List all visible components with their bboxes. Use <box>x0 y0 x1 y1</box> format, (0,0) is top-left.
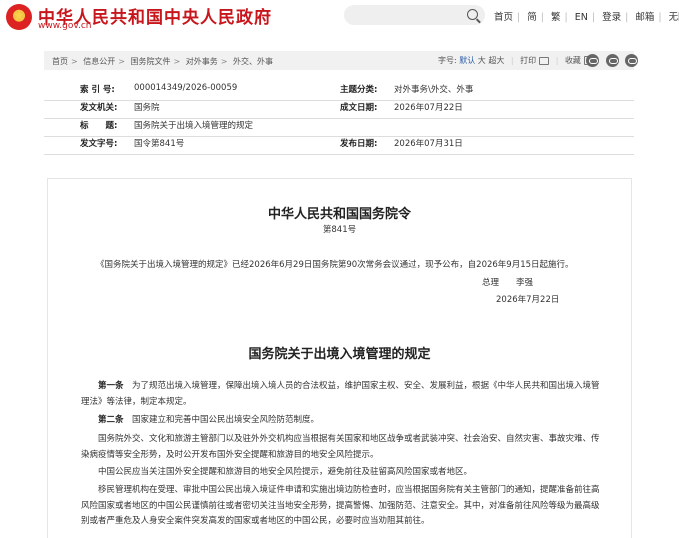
national-emblem-icon[interactable] <box>6 4 32 30</box>
published-date: 2026年07月31日 <box>394 139 463 149</box>
breadcrumb-item[interactable]: 国务院文件 <box>131 57 171 66</box>
search-icon[interactable] <box>467 9 478 20</box>
meta-label: 标 题: <box>80 121 118 131</box>
article-paragraph: 移民管理机构在受理、审批中国公民出境入境证件申请和实施出境边防检查时，应当根据国… <box>81 483 601 530</box>
article-paragraph: 第二条 国家建立和完善中国公民出境安全风险防范制度。 <box>81 413 601 429</box>
meta-label: 发布日期: <box>340 139 378 149</box>
printer-icon[interactable] <box>539 56 550 65</box>
meta-label: 发文机关: <box>80 103 118 113</box>
link-simplified[interactable]: 简 <box>527 12 537 23</box>
print-button[interactable]: 打印 <box>520 56 536 65</box>
article-text: 为了规范出境入境管理，保障出境入境人员的合法权益，维护国家主权、安全、发展利益，… <box>81 381 600 407</box>
order-intro: 《国务院关于出境入境管理的规定》已经2026年6月29日国务院第90次常务会议通… <box>96 260 574 270</box>
link-accessibility[interactable]: 无障碍 <box>669 12 679 23</box>
breadcrumb: 首页 > 信息公开 > 国务院文件 > 对外事务 > 外交、外事 <box>52 57 273 66</box>
font-size-large[interactable]: 大 <box>478 56 486 65</box>
article-text: 国务院外交、文化和旅游主管部门以及驻外外交机构应当根据有关国家和地区战争或者武装… <box>81 434 600 460</box>
title-value: 国务院关于出境入境管理的规定 <box>134 121 254 131</box>
article-text: 国家建立和完善中国公民出境安全风险防范制度。 <box>123 415 320 425</box>
link-login[interactable]: 登录 <box>602 12 621 23</box>
qzone-icon[interactable] <box>625 54 638 67</box>
article-heading: 第一条 <box>98 381 124 391</box>
issuer-value: 国务院 <box>134 103 160 113</box>
meta-label: 索 引 号: <box>80 85 115 95</box>
meta-row: 标 题: 国务院关于出境入境管理的规定 <box>44 119 634 137</box>
site-url: www.gov.cn <box>38 21 92 31</box>
link-home[interactable]: 首页 <box>494 12 513 23</box>
doc-number: 国令第841号 <box>134 139 185 149</box>
document-body: 中华人民共和国国务院令 第841号 《国务院关于出境入境管理的规定》已经2026… <box>47 178 632 538</box>
search-input[interactable] <box>344 5 485 25</box>
article-paragraph: 国务院外交、文化和旅游主管部门以及驻外外交机构应当根据有关国家和地区战争或者武装… <box>81 432 601 463</box>
breadcrumb-item[interactable]: 首页 <box>52 57 68 66</box>
link-traditional[interactable]: 繁 <box>551 12 561 23</box>
link-english[interactable]: EN <box>575 12 588 23</box>
article-heading: 第二条 <box>98 415 124 425</box>
article-paragraph: 第一条 为了规范出境入境管理，保障出境入境人员的合法权益，维护国家主权、安全、发… <box>81 379 601 410</box>
font-size-extra-large[interactable]: 超大 <box>488 56 504 65</box>
top-links: 首页| 简| 繁| EN| 登录| 邮箱| 无障碍 <box>494 9 679 23</box>
meta-label: 发文字号: <box>80 139 118 149</box>
index-number: 000014349/2026-00059 <box>134 83 238 93</box>
meta-label: 主题分类: <box>340 85 378 95</box>
order-number: 第841号 <box>322 225 357 235</box>
breadcrumb-bar: 首页 > 信息公开 > 国务院文件 > 对外事务 > 外交、外事 字号: 默认 大 超大… <box>44 51 638 70</box>
meta-label: 成文日期: <box>340 103 378 113</box>
font-size-default[interactable]: 默认 <box>459 56 475 65</box>
created-date: 2026年07月22日 <box>394 103 463 113</box>
link-mailbox[interactable]: 邮箱 <box>635 12 654 23</box>
document-meta-table: 索 引 号: 000014349/2026-00059 主题分类: 对外事务\外… <box>44 83 634 155</box>
breadcrumb-item[interactable]: 对外事务 <box>186 57 218 66</box>
weibo-icon[interactable] <box>606 54 619 67</box>
site-header: 中华人民共和国中央人民政府 www.gov.cn 首页 | 简 | 繁 | EN | 登… <box>0 0 679 34</box>
favorite-button[interactable]: 收藏 <box>565 56 581 65</box>
article-text: 中国公民应当关注国外安全提醒和旅游目的地安全风险提示，避免前往及驻留高风险国家或… <box>98 467 473 477</box>
order-title: 中华人民共和国国务院令 <box>267 207 411 222</box>
page-tools: 字号: 默认 大 超大 | 打印 | 收藏 <box>438 55 594 66</box>
article-text: 移民管理机构在受理、审批中国公民出境入境证件申请和实施出境边防检查时，应当根据国… <box>81 485 600 526</box>
sign-date: 2026年7月22日 <box>496 295 560 305</box>
breadcrumb-item[interactable]: 外交、外事 <box>233 57 273 66</box>
breadcrumb-item[interactable]: 信息公开 <box>83 57 115 66</box>
premier-signature: 总理 李强 <box>482 278 534 288</box>
meta-row: 发文字号: 国令第841号 发布日期: 2026年07月31日 <box>44 137 634 155</box>
article-paragraph: 中国公民应当关注国外安全提醒和旅游目的地安全风险提示，避免前往及驻留高风险国家或… <box>81 465 601 481</box>
category-value: 对外事务\外交、外事 <box>394 85 474 95</box>
meta-row: 发文机关: 国务院 成文日期: 2026年07月22日 <box>44 101 634 119</box>
font-size-label: 字号: <box>438 56 457 65</box>
meta-row: 索 引 号: 000014349/2026-00059 主题分类: 对外事务\外… <box>44 83 634 101</box>
regulation-title: 国务院关于出境入境管理的规定 <box>248 347 431 362</box>
wechat-icon[interactable] <box>586 54 599 67</box>
